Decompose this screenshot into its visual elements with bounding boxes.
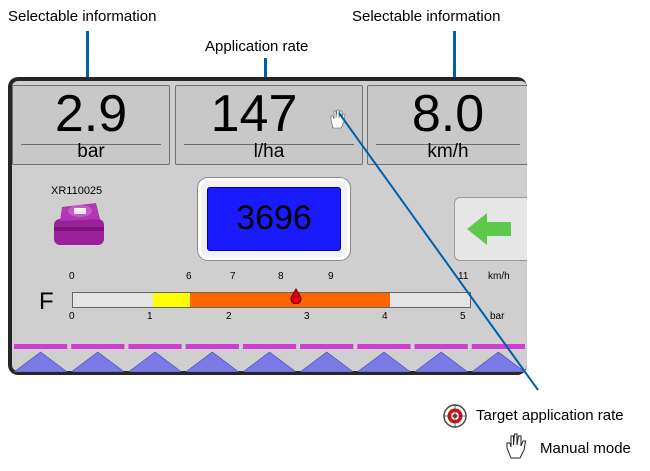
legend-target-application-rate: Target application rate (476, 407, 624, 424)
pressure-tick: 5 (460, 311, 466, 322)
pressure-value: 2.9 (54, 85, 128, 143)
leader-line-center (264, 58, 267, 77)
pressure-tick: 2 (226, 311, 232, 322)
pressure-tick: 1 (147, 311, 153, 322)
boom-section-spray (356, 351, 412, 372)
pressure-readout[interactable]: 2.9 bar (12, 85, 170, 165)
console-display: 2.9 bar 147 l/ha 8.0 km/h XR110025 3696 … (12, 81, 527, 372)
bar-segment-yellow (153, 293, 190, 307)
speed-value: 8.0 (411, 85, 485, 143)
speed-unit: km/h (427, 141, 469, 162)
speed-readout[interactable]: 8.0 km/h (367, 85, 527, 165)
speed-tick: 0 (69, 271, 75, 282)
boom-section-spray (414, 351, 469, 372)
speed-unit-label: km/h (488, 271, 510, 282)
boom-section-bar (357, 344, 411, 349)
legend-manual-mode: Manual mode (540, 440, 631, 457)
pressure-unit-label: bar (490, 311, 505, 322)
boom-section-bar (128, 344, 182, 349)
boom-section-bar (14, 344, 68, 349)
boom-section-spray (471, 351, 526, 372)
boom-sections[interactable] (12, 342, 527, 372)
target-rate-value: 3696 (207, 187, 341, 251)
back-arrow-button[interactable] (454, 197, 527, 261)
callout-application-rate: Application rate (205, 38, 309, 55)
boom-section-bar (185, 344, 239, 349)
nozzle-icon[interactable] (52, 199, 108, 249)
boom-section-spray (299, 351, 354, 372)
pressure-tick: 3 (304, 311, 310, 322)
callout-selectable-info-left: Selectable information (8, 8, 157, 25)
pressure-unit: bar (77, 141, 105, 162)
speed-tick: 9 (328, 271, 334, 282)
pressure-tick: 4 (382, 311, 388, 322)
console-screen: 2.9 bar 147 l/ha 8.0 km/h XR110025 3696 … (8, 77, 527, 375)
leader-line-left (86, 31, 89, 77)
boom-section-spray (70, 351, 125, 372)
nozzle-type-label: XR110025 (51, 185, 103, 197)
boom-section-bar (471, 344, 525, 349)
boom-section-spray (242, 351, 297, 372)
application-rate-value: 147 (210, 85, 298, 143)
pressure-tick: 0 (69, 311, 75, 322)
speed-tick: 6 (186, 271, 192, 282)
application-rate-readout[interactable]: 147 l/ha (175, 85, 363, 165)
speed-tick: 7 (230, 271, 236, 282)
flow-label: F (39, 288, 54, 315)
boom-section-bar (242, 344, 297, 349)
boom-section-bar (300, 344, 354, 349)
callout-selectable-info-right: Selectable information (352, 8, 501, 25)
target-rate-box[interactable]: 3696 (198, 178, 350, 260)
manual-mode-hand-icon (506, 433, 527, 459)
target-icon (443, 404, 467, 428)
boom-section-bar (414, 344, 468, 349)
pressure-range-bar (72, 292, 471, 308)
boom-section-bar (71, 344, 125, 349)
boom-section-spray (13, 351, 68, 372)
boom-section-spray (127, 351, 183, 372)
hand-icon (330, 109, 346, 129)
boom-section-spray (185, 351, 240, 372)
application-rate-unit: l/ha (253, 141, 285, 162)
leader-line-right (453, 31, 456, 77)
current-rate-marker-icon (290, 288, 302, 304)
speed-tick: 8 (278, 271, 284, 282)
left-arrow-icon (467, 213, 511, 245)
speed-tick: 11 (458, 271, 469, 282)
